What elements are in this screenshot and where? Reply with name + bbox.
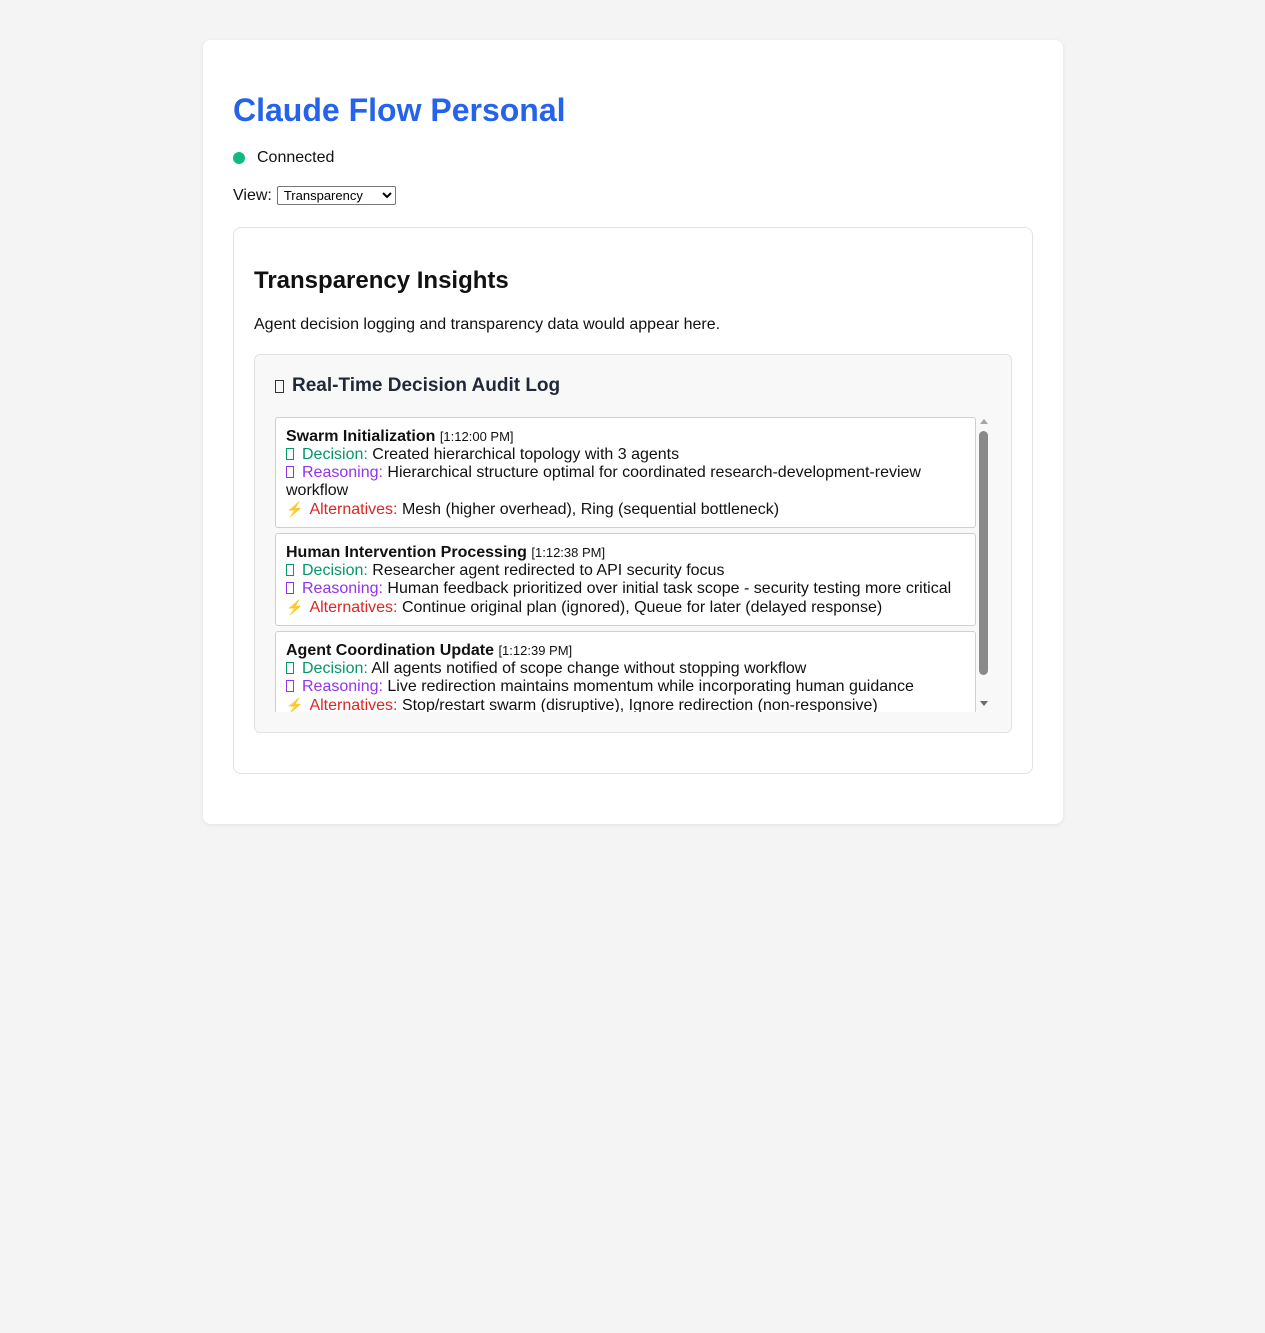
status-dot-icon [233, 152, 245, 164]
decision-icon [286, 564, 294, 576]
connection-status: Connected [233, 148, 334, 168]
view-selector-row: View: Transparency [233, 186, 396, 205]
audit-log-title-text: Real-Time Decision Audit Log [292, 375, 561, 396]
main-card: Claude Flow Personal Connected View: Tra… [203, 40, 1063, 824]
entry-time: [1:12:00 PM] [439, 429, 514, 444]
decision-icon [286, 662, 294, 674]
log-entry: Swarm Initialization [1:12:00 PM] Decisi… [275, 417, 976, 528]
decision-label: Decision: [302, 446, 368, 463]
entry-title: Human Intervention Processing [286, 544, 527, 561]
panel-title: Transparency Insights [254, 267, 509, 294]
log-entry: Human Intervention Processing [1:12:38 P… [275, 533, 976, 626]
view-select[interactable]: Transparency [276, 186, 396, 205]
entry-time: [1:12:39 PM] [498, 643, 573, 658]
reasoning-label: Reasoning: [302, 580, 383, 597]
lightning-icon: ⚡ [286, 501, 304, 517]
lightning-icon: ⚡ [286, 599, 304, 615]
transparency-panel: Transparency Insights Agent decision log… [233, 227, 1033, 774]
audit-log-scroll[interactable]: Swarm Initialization [1:12:00 PM] Decisi… [275, 417, 991, 712]
lightning-icon: ⚡ [286, 697, 304, 712]
alternatives-text: Continue original plan (ignored), Queue … [401, 599, 883, 616]
decision-label: Decision: [302, 562, 368, 579]
reasoning-label: Reasoning: [302, 678, 383, 695]
alternatives-label: Alternatives: [309, 501, 398, 518]
scroll-down-arrow-icon[interactable] [980, 701, 988, 706]
decision-label: Decision: [302, 660, 368, 677]
panel-description: Agent decision logging and transparency … [254, 316, 721, 333]
scroll-up-arrow-icon[interactable] [980, 419, 988, 424]
entry-title: Swarm Initialization [286, 428, 436, 445]
decision-text: Created hierarchical topology with 3 age… [372, 446, 680, 463]
audit-log-list: Swarm Initialization [1:12:00 PM] Decisi… [275, 417, 976, 712]
reasoning-text: Live redirection maintains momentum whil… [387, 678, 914, 695]
audit-log-section: Real-Time Decision Audit Log Swarm Initi… [254, 354, 1012, 733]
audit-log-scrollbar[interactable] [976, 417, 991, 712]
clipboard-icon [275, 379, 284, 393]
reasoning-icon [286, 582, 294, 594]
decision-text: Researcher agent redirected to API secur… [372, 562, 725, 579]
alternatives-label: Alternatives: [309, 697, 398, 712]
entry-time: [1:12:38 PM] [531, 545, 606, 560]
reasoning-icon [286, 680, 294, 692]
scrollbar-thumb[interactable] [979, 431, 988, 675]
status-text: Connected [257, 149, 335, 166]
reasoning-text: Human feedback prioritized over initial … [387, 580, 952, 597]
reasoning-icon [286, 466, 294, 478]
alternatives-text: Mesh (higher overhead), Ring (sequential… [401, 501, 780, 518]
decision-text: All agents notified of scope change with… [371, 660, 807, 677]
alternatives-text: Stop/restart swarm (disruptive), Ignore … [401, 697, 878, 712]
log-entry: Agent Coordination Update [1:12:39 PM] D… [275, 631, 976, 712]
view-label: View: [233, 186, 272, 204]
alternatives-label: Alternatives: [309, 599, 398, 616]
entry-title: Agent Coordination Update [286, 642, 494, 659]
reasoning-label: Reasoning: [302, 464, 383, 481]
app-title: Claude Flow Personal [233, 92, 566, 128]
decision-icon [286, 448, 294, 460]
audit-log-title: Real-Time Decision Audit Log [275, 374, 560, 398]
